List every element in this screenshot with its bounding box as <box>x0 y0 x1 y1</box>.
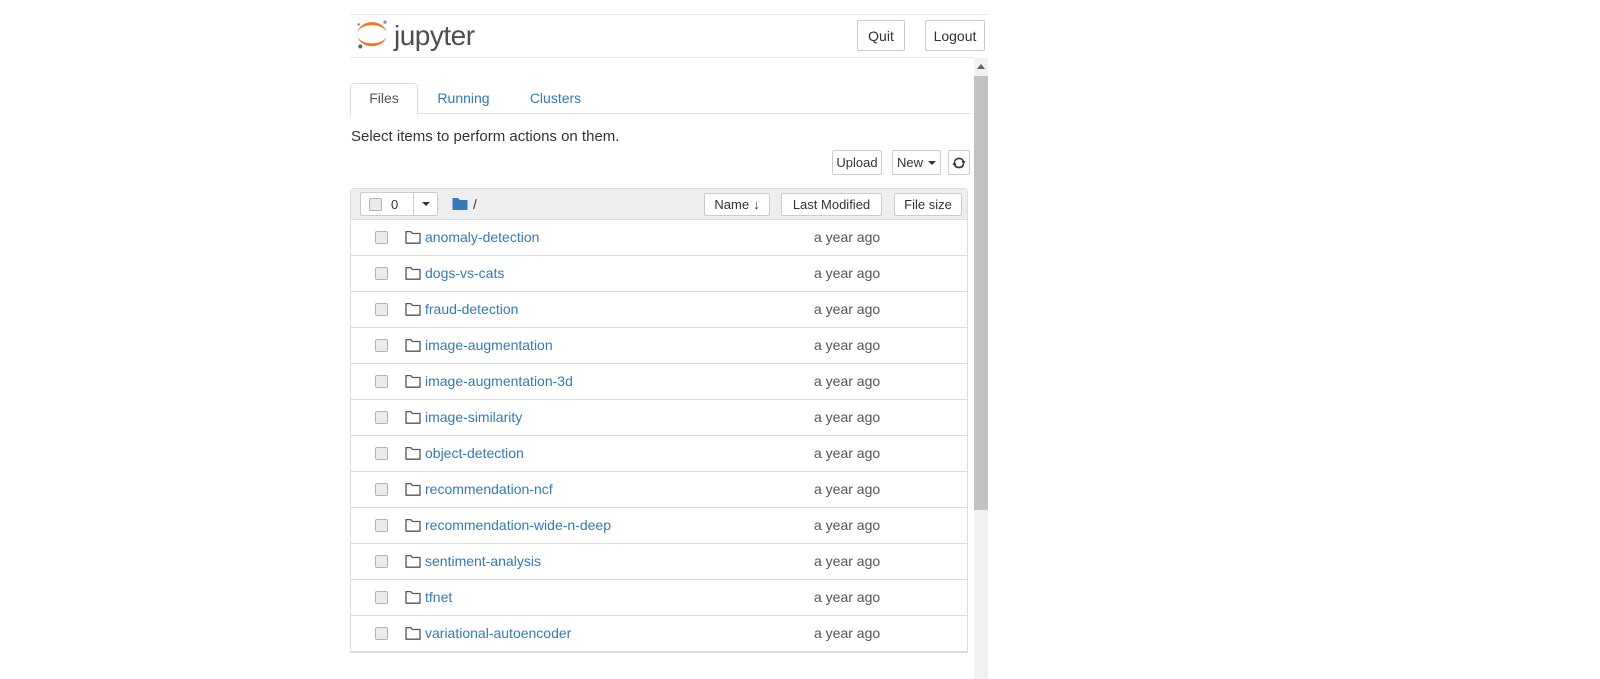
table-row: anomaly-detection a year ago <box>351 220 967 256</box>
row-checkbox[interactable] <box>375 483 388 496</box>
sort-descending-arrow-icon: ↓ <box>753 197 760 212</box>
file-rows: anomaly-detection a year ago dogs-vs-cat… <box>351 220 967 652</box>
breadcrumb: / <box>473 189 477 219</box>
folder-link[interactable]: image-augmentation <box>425 328 553 363</box>
row-checkbox[interactable] <box>375 303 388 316</box>
file-list: 0 / Name ↓ Last Modified File size anoma… <box>350 188 968 653</box>
jupyter-logo-text: jupyter <box>394 20 475 52</box>
row-checkbox[interactable] <box>375 627 388 640</box>
last-modified-text: a year ago <box>814 436 880 471</box>
folder-icon <box>405 266 421 281</box>
tab-running[interactable]: Running <box>436 83 491 114</box>
quit-button[interactable]: Quit <box>857 20 905 51</box>
tabbar-bottom-border <box>350 113 970 114</box>
folder-icon <box>405 302 421 317</box>
folder-link[interactable]: recommendation-wide-n-deep <box>425 508 611 543</box>
selection-dropdown-button[interactable] <box>413 192 438 216</box>
folder-link[interactable]: tfnet <box>425 580 452 615</box>
sort-last-modified-button[interactable]: Last Modified <box>781 193 882 216</box>
table-row: tfnet a year ago <box>351 580 967 616</box>
folder-link[interactable]: recommendation-ncf <box>425 472 553 507</box>
folder-link[interactable]: fraud-detection <box>425 292 518 327</box>
row-checkbox[interactable] <box>375 339 388 352</box>
new-dropdown-button[interactable]: New <box>892 150 941 175</box>
row-checkbox[interactable] <box>375 555 388 568</box>
row-checkbox[interactable] <box>375 519 388 532</box>
last-modified-text: a year ago <box>814 220 880 255</box>
row-checkbox[interactable] <box>375 447 388 460</box>
folder-icon <box>405 410 421 425</box>
last-modified-text: a year ago <box>814 292 880 327</box>
folder-icon <box>405 446 421 461</box>
select-items-message: Select items to perform actions on them. <box>351 128 619 145</box>
folder-icon <box>405 482 421 497</box>
sort-name-label: Name <box>714 197 749 212</box>
last-modified-text: a year ago <box>814 256 880 291</box>
new-button-label: New <box>897 155 923 170</box>
table-row: fraud-detection a year ago <box>351 292 967 328</box>
select-all-checkbox[interactable] <box>369 198 382 211</box>
folder-icon <box>405 590 421 605</box>
table-row: dogs-vs-cats a year ago <box>351 256 967 292</box>
table-row: sentiment-analysis a year ago <box>351 544 967 580</box>
table-row: image-similarity a year ago <box>351 400 967 436</box>
folder-icon <box>405 230 421 245</box>
folder-icon <box>405 338 421 353</box>
folder-link[interactable]: dogs-vs-cats <box>425 256 504 291</box>
scrollbar-up-button[interactable] <box>974 58 988 75</box>
row-checkbox[interactable] <box>375 267 388 280</box>
table-row: variational-autoencoder a year ago <box>351 616 967 652</box>
last-modified-text: a year ago <box>814 616 880 651</box>
last-modified-text: a year ago <box>814 364 880 399</box>
scroll-up-arrow-icon <box>977 64 985 69</box>
row-checkbox[interactable] <box>375 375 388 388</box>
row-checkbox[interactable] <box>375 231 388 244</box>
last-modified-text: a year ago <box>814 328 880 363</box>
folder-link[interactable]: object-detection <box>425 436 524 471</box>
caret-down-icon <box>928 161 936 165</box>
browser-viewport: jupyter Quit Logout Files Running Cluste… <box>350 0 988 679</box>
selected-count: 0 <box>391 197 398 212</box>
row-checkbox[interactable] <box>375 411 388 424</box>
folder-link[interactable]: sentiment-analysis <box>425 544 541 579</box>
table-row: recommendation-wide-n-deep a year ago <box>351 508 967 544</box>
folder-icon <box>405 374 421 389</box>
tab-files[interactable]: Files <box>350 83 418 116</box>
jupyter-logo[interactable]: jupyter <box>354 17 475 53</box>
table-row: image-augmentation-3d a year ago <box>351 364 967 400</box>
folder-link[interactable]: variational-autoencoder <box>425 616 571 651</box>
table-row: image-augmentation a year ago <box>351 328 967 364</box>
page-top-border <box>350 14 988 15</box>
selection-button-group: 0 <box>360 192 438 216</box>
folder-link[interactable]: image-similarity <box>425 400 522 435</box>
tab-clusters[interactable]: Clusters <box>528 83 583 114</box>
refresh-button[interactable] <box>948 150 970 175</box>
last-modified-text: a year ago <box>814 580 880 615</box>
jupyter-logo-icon <box>354 17 390 53</box>
caret-down-icon <box>422 202 430 206</box>
folder-link[interactable]: image-augmentation-3d <box>425 364 573 399</box>
folder-icon <box>405 626 421 641</box>
last-modified-text: a year ago <box>814 400 880 435</box>
scrollbar-thumb[interactable] <box>974 76 988 510</box>
list-header: 0 / Name ↓ Last Modified File size <box>351 189 967 220</box>
table-row: recommendation-ncf a year ago <box>351 472 967 508</box>
last-modified-text: a year ago <box>814 472 880 507</box>
folder-icon <box>405 518 421 533</box>
upload-button[interactable]: Upload <box>832 150 882 175</box>
last-modified-text: a year ago <box>814 508 880 543</box>
select-all-button[interactable]: 0 <box>360 192 414 216</box>
row-checkbox[interactable] <box>375 591 388 604</box>
table-row: object-detection a year ago <box>351 436 967 472</box>
logout-button[interactable]: Logout <box>925 20 985 51</box>
last-modified-text: a year ago <box>814 544 880 579</box>
breadcrumb-folder-icon[interactable] <box>452 197 468 211</box>
header-divider <box>350 57 974 58</box>
folder-icon <box>405 554 421 569</box>
refresh-icon <box>952 156 966 170</box>
sort-file-size-button[interactable]: File size <box>894 193 962 216</box>
folder-link[interactable]: anomaly-detection <box>425 220 539 255</box>
sort-name-button[interactable]: Name ↓ <box>704 193 770 216</box>
